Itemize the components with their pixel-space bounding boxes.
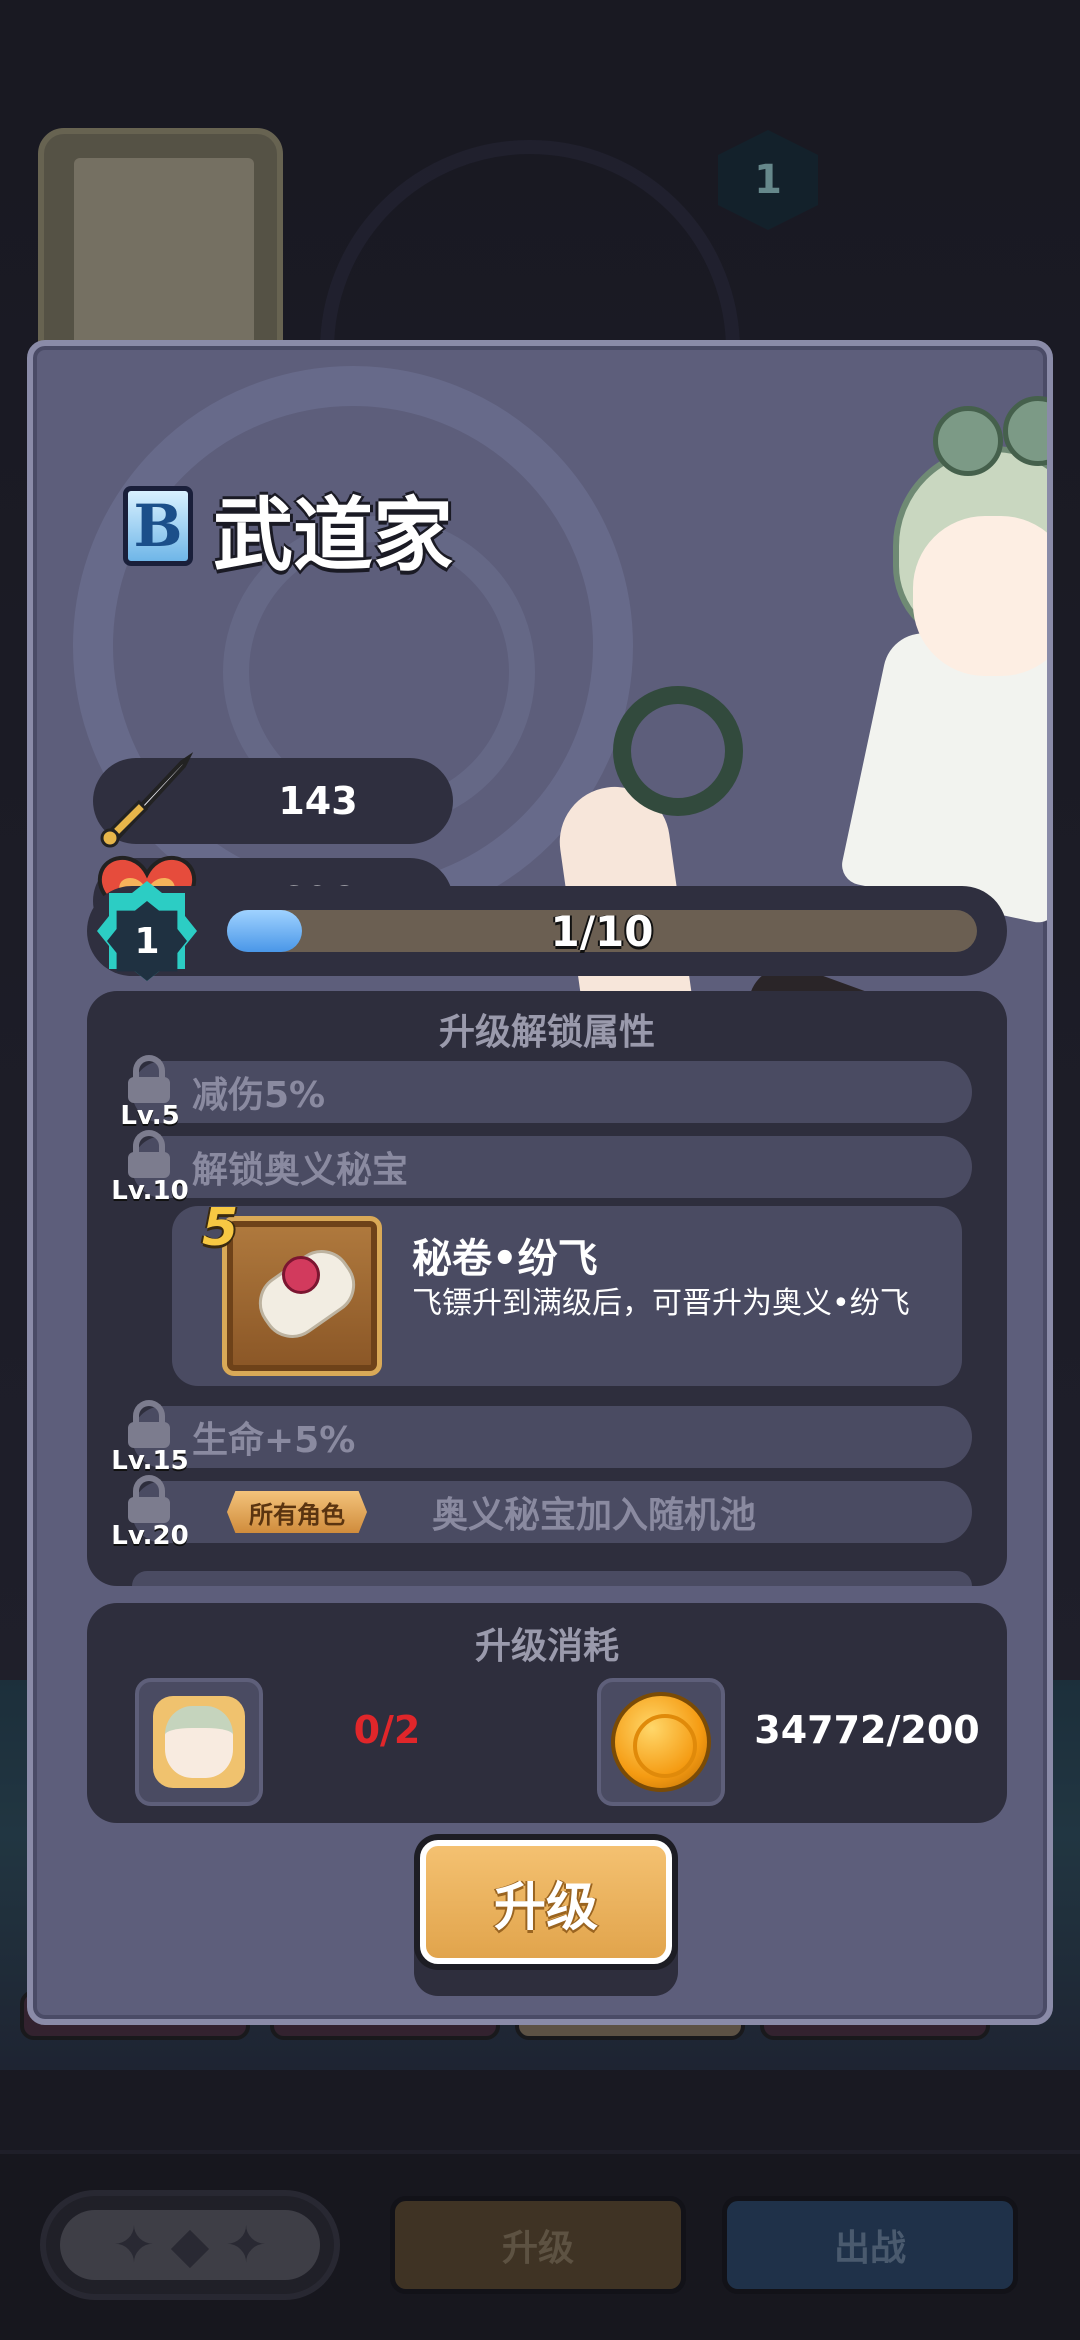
unlock-row: Lv.15 生命+5% bbox=[111, 1400, 972, 1476]
unlock-text: 解锁奥义秘宝 bbox=[192, 1150, 409, 1191]
unlock-title: 升级解锁属性 bbox=[438, 1012, 655, 1053]
unlock-row: Lv.20 所有角色 奥义秘宝加入随机池 bbox=[111, 1475, 972, 1551]
reward-title: 秘卷•纷飞 bbox=[412, 1236, 598, 1282]
gold-coin-icon bbox=[611, 1692, 711, 1792]
reward-description: 飞镖升到满级后，可晋升为奥义•纷飞 bbox=[412, 1286, 910, 1321]
attack-stat: 143 bbox=[93, 752, 453, 848]
upgrade-button-label: 升级 bbox=[420, 1840, 672, 1964]
lock-icon: Lv.5 bbox=[114, 1055, 184, 1135]
coin-count: 34772/200 bbox=[754, 1708, 980, 1752]
hero-illustration-face bbox=[913, 516, 1047, 676]
unlock-level: Lv.5 bbox=[120, 1101, 180, 1131]
lock-icon: Lv.15 bbox=[111, 1400, 189, 1480]
reward-rarity-number: 5 bbox=[202, 1198, 239, 1258]
unlock-row-partial bbox=[132, 1571, 972, 1586]
shard-count: 0/2 bbox=[353, 1708, 421, 1752]
hero-shard-item[interactable] bbox=[135, 1678, 263, 1806]
hero-name: 武道家 bbox=[213, 489, 453, 582]
hero-shard-icon bbox=[153, 1696, 245, 1788]
unlock-level: Lv.15 bbox=[111, 1446, 189, 1476]
attack-value: 143 bbox=[278, 779, 358, 823]
scroll-icon bbox=[222, 1216, 382, 1376]
hero-illustration-bun bbox=[933, 406, 1003, 476]
hero-illustration-knot bbox=[613, 686, 743, 816]
unlock-level: Lv.20 bbox=[111, 1521, 189, 1551]
unlock-text: 奥义秘宝加入随机池 bbox=[432, 1495, 757, 1536]
cost-title: 升级消耗 bbox=[474, 1626, 619, 1667]
unlock-row: Lv.5 减伤5% bbox=[120, 1055, 972, 1131]
upgrade-cost: 升级消耗 0/2 34772/200 bbox=[87, 1603, 1007, 1823]
xp-text: 1/10 bbox=[550, 906, 654, 956]
grade-badge: B bbox=[123, 486, 193, 566]
unlock-text: 生命+5% bbox=[192, 1420, 356, 1461]
level-number: 1 bbox=[107, 901, 187, 981]
unlock-row: Lv.10 解锁奥义秘宝 bbox=[111, 1130, 972, 1206]
unlock-level: Lv.10 bbox=[111, 1176, 189, 1206]
hero-upgrade-panel: B 武道家 143 698 1 1/10 升级解锁属性 bbox=[27, 340, 1053, 2025]
upgrade-button[interactable]: 升级 bbox=[414, 1834, 678, 1970]
unlock-text: 减伤5% bbox=[192, 1075, 326, 1116]
treasure-reward-card[interactable]: 5 秘卷•纷飞 飞镖升到满级后，可晋升为奥义•纷飞 bbox=[172, 1198, 962, 1386]
coin-item[interactable] bbox=[597, 1678, 725, 1806]
all-characters-tag: 所有角色 bbox=[227, 1491, 367, 1533]
unlock-attributes-list[interactable]: 升级解锁属性 Lv.5 减伤5% Lv.10 解锁奥义秘宝 5 秘卷•纷飞 飞镖… bbox=[87, 991, 1007, 1586]
level-progress: 1 1/10 bbox=[87, 881, 1007, 981]
lock-icon: Lv.20 bbox=[111, 1475, 189, 1555]
lock-icon: Lv.10 bbox=[111, 1130, 189, 1210]
